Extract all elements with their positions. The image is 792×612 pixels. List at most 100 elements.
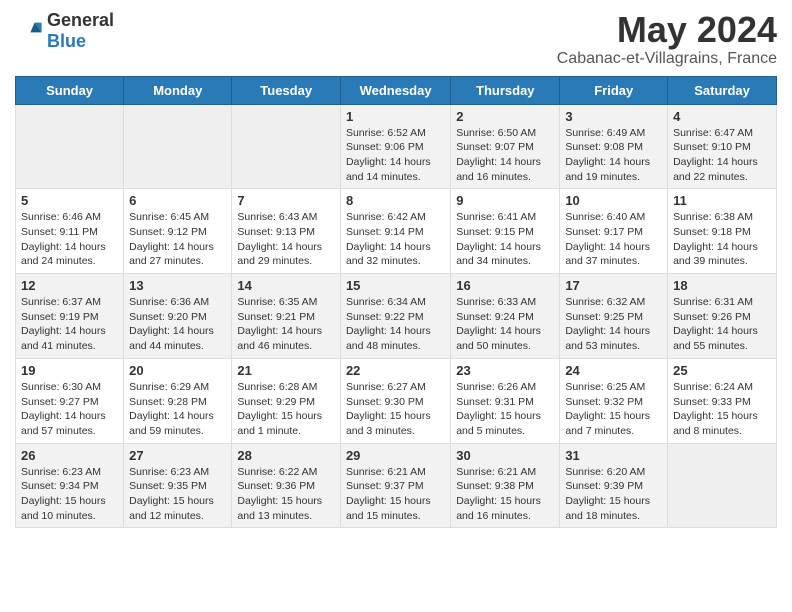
cell-info: Sunrise: 6:26 AM Sunset: 9:31 PM Dayligh… xyxy=(456,380,554,439)
calendar-week-row: 5Sunrise: 6:46 AM Sunset: 9:11 PM Daylig… xyxy=(16,189,777,274)
cell-info: Sunrise: 6:21 AM Sunset: 9:37 PM Dayligh… xyxy=(346,465,445,524)
calendar-cell: 19 Sunrise: 6:30 AM Sunset: 9:27 PM Dayli… xyxy=(16,358,124,443)
month-title: May 2024 xyxy=(557,10,777,50)
calendar-cell xyxy=(232,104,341,189)
day-number: 6 xyxy=(129,193,226,208)
calendar-table: SundayMondayTuesdayWednesdayThursdayFrid… xyxy=(15,76,777,529)
cell-info: Sunrise: 6:20 AM Sunset: 9:39 PM Dayligh… xyxy=(565,465,662,524)
calendar-cell: 18 Sunrise: 6:31 AM Sunset: 9:26 PM Dayli… xyxy=(668,274,777,359)
cell-info: Sunrise: 6:31 AM Sunset: 9:26 PM Dayligh… xyxy=(673,295,771,354)
cell-info: Sunrise: 6:37 AM Sunset: 9:19 PM Dayligh… xyxy=(21,295,118,354)
calendar-cell: 5Sunrise: 6:46 AM Sunset: 9:11 PM Daylig… xyxy=(16,189,124,274)
calendar-cell: 21Sunrise: 6:28 AM Sunset: 9:29 PM Dayli… xyxy=(232,358,341,443)
day-number: 15 xyxy=(346,278,445,293)
calendar-body: 1 Sunrise: 6:52 AM Sunset: 9:06 PM Daylig… xyxy=(16,104,777,528)
calendar-header-row: SundayMondayTuesdayWednesdayThursdayFrid… xyxy=(16,76,777,104)
day-number: 9 xyxy=(456,193,554,208)
day-number: 12 xyxy=(21,278,118,293)
cell-info: Sunrise: 6:33 AM Sunset: 9:24 PM Dayligh… xyxy=(456,295,554,354)
calendar-cell: 26 Sunrise: 6:23 AM Sunset: 9:34 PM Dayli… xyxy=(16,443,124,528)
day-number: 27 xyxy=(129,448,226,463)
day-header-friday: Friday xyxy=(560,76,668,104)
location-title: Cabanac-et-Villagrains, France xyxy=(557,50,777,68)
calendar-cell: 24 Sunrise: 6:25 AM Sunset: 9:32 PM Dayli… xyxy=(560,358,668,443)
day-header-thursday: Thursday xyxy=(451,76,560,104)
cell-info: Sunrise: 6:21 AM Sunset: 9:38 PM Dayligh… xyxy=(456,465,554,524)
day-header-sunday: Sunday xyxy=(16,76,124,104)
cell-info: Sunrise: 6:36 AM Sunset: 9:20 PM Dayligh… xyxy=(129,295,226,354)
cell-info: Sunrise: 6:38 AM Sunset: 9:18 PM Dayligh… xyxy=(673,210,771,269)
cell-info: Sunrise: 6:47 AM Sunset: 9:10 PM Dayligh… xyxy=(673,126,771,185)
calendar-cell: 30Sunrise: 6:21 AM Sunset: 9:38 PM Dayli… xyxy=(451,443,560,528)
calendar-week-row: 26 Sunrise: 6:23 AM Sunset: 9:34 PM Dayli… xyxy=(16,443,777,528)
calendar-cell: 22 Sunrise: 6:27 AM Sunset: 9:30 PM Dayli… xyxy=(340,358,450,443)
cell-info: Sunrise: 6:40 AM Sunset: 9:17 PM Dayligh… xyxy=(565,210,662,269)
calendar-cell: 1 Sunrise: 6:52 AM Sunset: 9:06 PM Daylig… xyxy=(340,104,450,189)
calendar-cell: 17 Sunrise: 6:32 AM Sunset: 9:25 PM Dayli… xyxy=(560,274,668,359)
day-number: 7 xyxy=(237,193,335,208)
logo-general-text: General xyxy=(47,10,114,30)
cell-info: Sunrise: 6:30 AM Sunset: 9:27 PM Dayligh… xyxy=(21,380,118,439)
day-number: 10 xyxy=(565,193,662,208)
cell-info: Sunrise: 6:41 AM Sunset: 9:15 PM Dayligh… xyxy=(456,210,554,269)
calendar-cell: 12 Sunrise: 6:37 AM Sunset: 9:19 PM Dayli… xyxy=(16,274,124,359)
calendar-cell: 4 Sunrise: 6:47 AM Sunset: 9:10 PM Daylig… xyxy=(668,104,777,189)
cell-info: Sunrise: 6:27 AM Sunset: 9:30 PM Dayligh… xyxy=(346,380,445,439)
day-number: 16 xyxy=(456,278,554,293)
cell-info: Sunrise: 6:29 AM Sunset: 9:28 PM Dayligh… xyxy=(129,380,226,439)
cell-info: Sunrise: 6:25 AM Sunset: 9:32 PM Dayligh… xyxy=(565,380,662,439)
day-number: 20 xyxy=(129,363,226,378)
day-number: 28 xyxy=(237,448,335,463)
calendar-cell: 3 Sunrise: 6:49 AM Sunset: 9:08 PM Daylig… xyxy=(560,104,668,189)
day-number: 25 xyxy=(673,363,771,378)
calendar-cell: 16 Sunrise: 6:33 AM Sunset: 9:24 PM Dayli… xyxy=(451,274,560,359)
calendar-cell: 29Sunrise: 6:21 AM Sunset: 9:37 PM Dayli… xyxy=(340,443,450,528)
day-number: 4 xyxy=(673,109,771,124)
calendar-cell: 9 Sunrise: 6:41 AM Sunset: 9:15 PM Daylig… xyxy=(451,189,560,274)
header: General Blue May 2024 Cabanac-et-Villagr… xyxy=(15,10,777,68)
logo: General Blue xyxy=(15,10,114,52)
day-number: 31 xyxy=(565,448,662,463)
calendar-cell xyxy=(668,443,777,528)
day-number: 21 xyxy=(237,363,335,378)
day-number: 23 xyxy=(456,363,554,378)
calendar-cell: 23 Sunrise: 6:26 AM Sunset: 9:31 PM Dayli… xyxy=(451,358,560,443)
day-number: 26 xyxy=(21,448,118,463)
day-number: 2 xyxy=(456,109,554,124)
cell-info: Sunrise: 6:23 AM Sunset: 9:34 PM Dayligh… xyxy=(21,465,118,524)
day-header-saturday: Saturday xyxy=(668,76,777,104)
day-number: 11 xyxy=(673,193,771,208)
day-header-wednesday: Wednesday xyxy=(340,76,450,104)
day-number: 13 xyxy=(129,278,226,293)
calendar-week-row: 12 Sunrise: 6:37 AM Sunset: 9:19 PM Dayli… xyxy=(16,274,777,359)
day-number: 3 xyxy=(565,109,662,124)
cell-info: Sunrise: 6:35 AM Sunset: 9:21 PM Dayligh… xyxy=(237,295,335,354)
calendar-cell xyxy=(16,104,124,189)
cell-info: Sunrise: 6:42 AM Sunset: 9:14 PM Dayligh… xyxy=(346,210,445,269)
day-number: 5 xyxy=(21,193,118,208)
day-number: 14 xyxy=(237,278,335,293)
cell-info: Sunrise: 6:32 AM Sunset: 9:25 PM Dayligh… xyxy=(565,295,662,354)
calendar-cell xyxy=(124,104,232,189)
day-number: 22 xyxy=(346,363,445,378)
calendar-cell: 2 Sunrise: 6:50 AM Sunset: 9:07 PM Daylig… xyxy=(451,104,560,189)
day-number: 1 xyxy=(346,109,445,124)
cell-info: Sunrise: 6:22 AM Sunset: 9:36 PM Dayligh… xyxy=(237,465,335,524)
logo-blue-text: Blue xyxy=(47,31,86,51)
calendar-cell: 7Sunrise: 6:43 AM Sunset: 9:13 PM Daylig… xyxy=(232,189,341,274)
day-header-tuesday: Tuesday xyxy=(232,76,341,104)
calendar-cell: 8 Sunrise: 6:42 AM Sunset: 9:14 PM Daylig… xyxy=(340,189,450,274)
day-number: 18 xyxy=(673,278,771,293)
day-number: 24 xyxy=(565,363,662,378)
calendar-cell: 28 Sunrise: 6:22 AM Sunset: 9:36 PM Dayli… xyxy=(232,443,341,528)
cell-info: Sunrise: 6:49 AM Sunset: 9:08 PM Dayligh… xyxy=(565,126,662,185)
calendar-cell: 14 Sunrise: 6:35 AM Sunset: 9:21 PM Dayli… xyxy=(232,274,341,359)
calendar-cell: 31 Sunrise: 6:20 AM Sunset: 9:39 PM Dayli… xyxy=(560,443,668,528)
cell-info: Sunrise: 6:50 AM Sunset: 9:07 PM Dayligh… xyxy=(456,126,554,185)
cell-info: Sunrise: 6:34 AM Sunset: 9:22 PM Dayligh… xyxy=(346,295,445,354)
calendar-cell: 6Sunrise: 6:45 AM Sunset: 9:12 PM Daylig… xyxy=(124,189,232,274)
day-number: 8 xyxy=(346,193,445,208)
day-number: 17 xyxy=(565,278,662,293)
cell-info: Sunrise: 6:52 AM Sunset: 9:06 PM Dayligh… xyxy=(346,126,445,185)
day-number: 19 xyxy=(21,363,118,378)
